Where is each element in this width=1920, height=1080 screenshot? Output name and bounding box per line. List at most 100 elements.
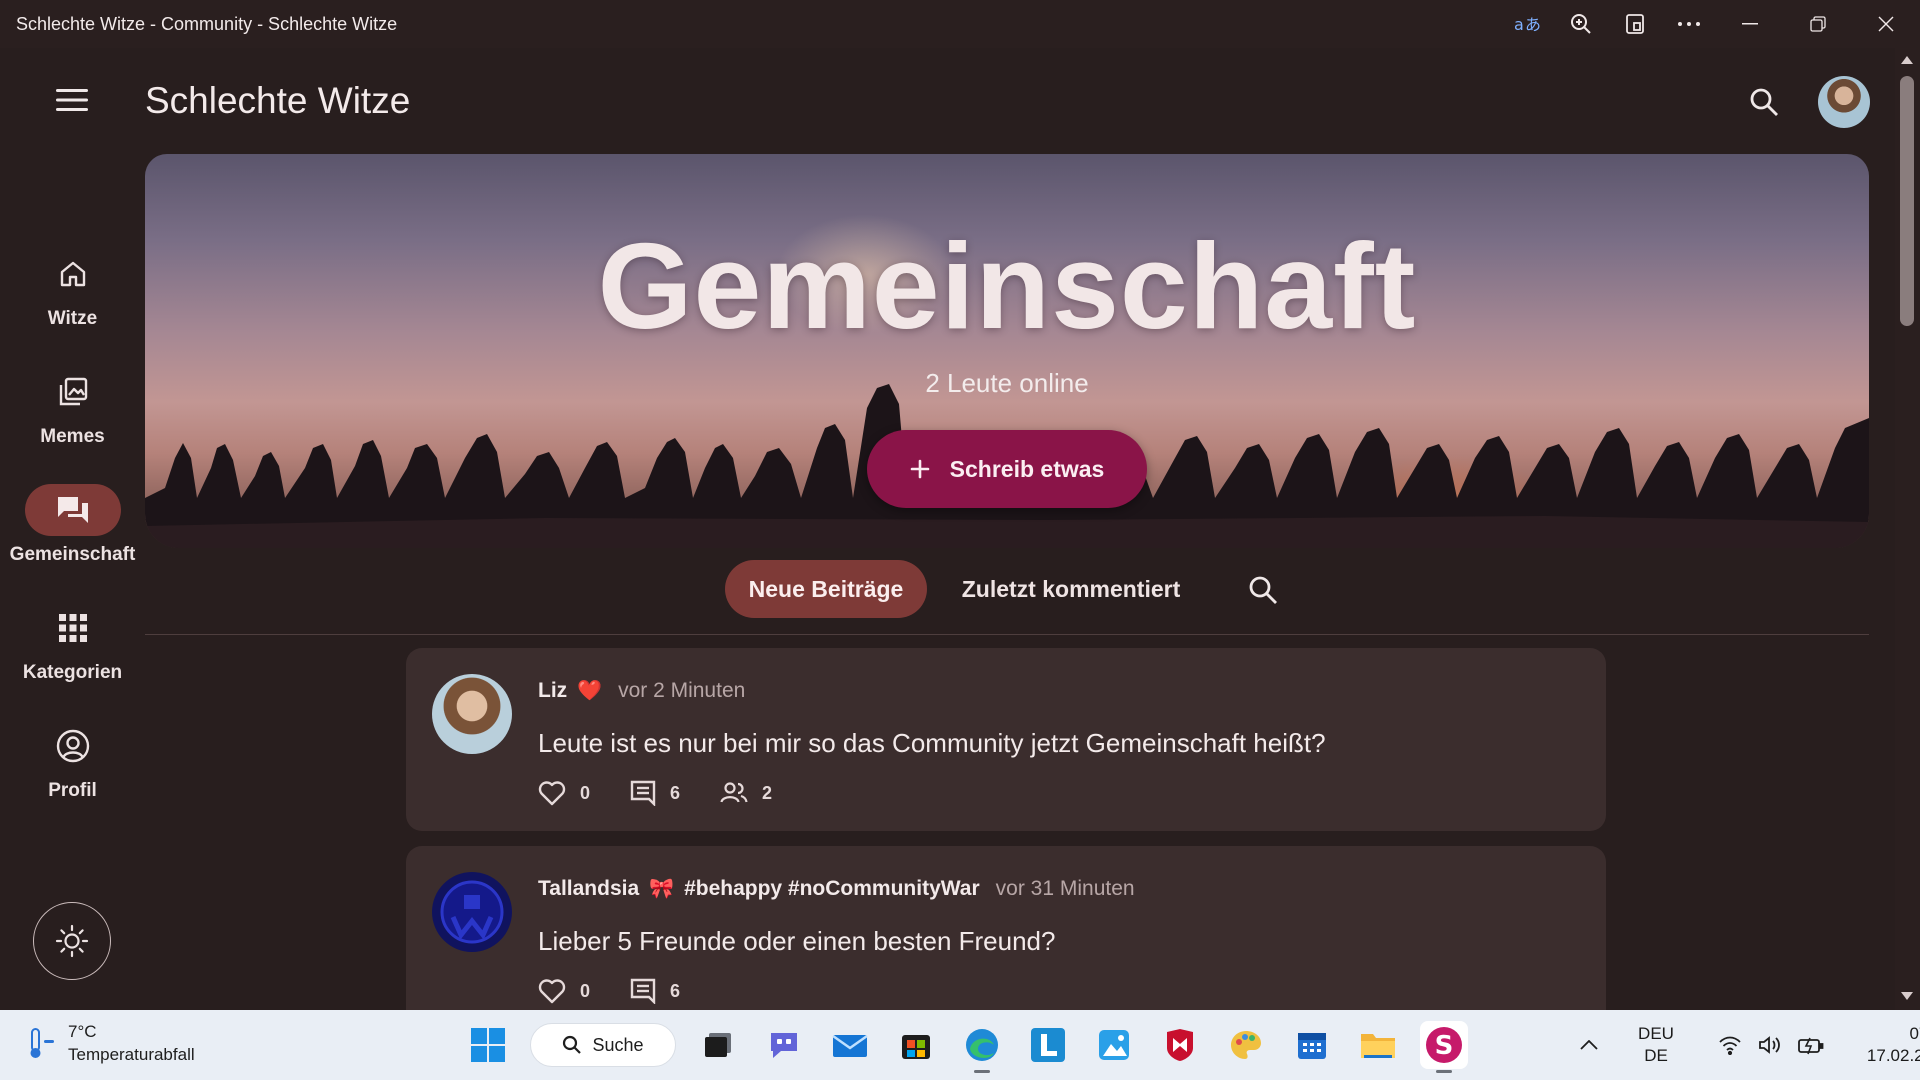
post-author[interactable]: Tallandsia [538, 877, 639, 901]
participant-count: 2 [762, 782, 773, 803]
search-icon [563, 1035, 582, 1054]
vertical-scrollbar[interactable] [1895, 48, 1920, 1010]
nav-item-profil[interactable]: Profil [0, 708, 145, 818]
task-view-icon[interactable] [694, 1021, 742, 1069]
ribbon-badge-icon: 🎀 [649, 878, 675, 900]
svg-text:S: S [1435, 1031, 1454, 1061]
hamburger-menu-icon[interactable] [52, 84, 92, 116]
close-icon[interactable] [1852, 0, 1920, 48]
mail-icon[interactable] [826, 1021, 874, 1069]
post-text: Leute ist es nur bei mir so das Communit… [538, 728, 1326, 758]
paint-icon[interactable] [1222, 1021, 1270, 1069]
minimize-icon[interactable] [1716, 0, 1784, 48]
emblem-icon [440, 880, 504, 944]
windows-start-icon[interactable] [464, 1021, 512, 1069]
app-title: Schlechte Witze [145, 80, 411, 121]
post-stats: 0 6 2 [538, 780, 812, 806]
post-search-icon[interactable] [1243, 570, 1283, 610]
svg-text:a: a [1514, 15, 1524, 34]
post-hashtags[interactable]: #behappy #noCommunityWar [684, 877, 980, 901]
like-button[interactable]: 0 [538, 978, 590, 1004]
profile-icon [25, 720, 121, 772]
input-language-indicator[interactable]: DEU DE [1626, 1023, 1686, 1067]
comment-icon [630, 780, 656, 806]
post-time: vor 31 Minuten [995, 876, 1135, 900]
l-app-icon[interactable] [1024, 1021, 1072, 1069]
nav-label-witze: Witze [47, 308, 98, 329]
file-explorer-icon[interactable] [1354, 1021, 1402, 1069]
write-post-label: Schreib etwas [949, 455, 1105, 482]
like-count: 0 [580, 782, 591, 803]
system-tray: DEU DE 07:41 17.02.2023 [1574, 1018, 1920, 1072]
like-button[interactable]: 0 [538, 780, 590, 806]
people-icon [720, 782, 748, 803]
post-text: Lieber 5 Freunde oder einen besten Freun… [538, 926, 1056, 956]
hero-title: Gemeinschaft [597, 218, 1417, 354]
scrollbar-thumb[interactable] [1900, 76, 1914, 326]
like-count: 0 [580, 980, 591, 1001]
nav-item-gemeinschaft[interactable]: Gemeinschaft [0, 472, 145, 582]
comment-button[interactable]: 6 [630, 978, 680, 1004]
sun-icon [55, 924, 89, 958]
taskbar-search-box[interactable]: Suche [530, 1023, 676, 1067]
post-stats: 0 6 [538, 978, 720, 1004]
language-code: DEU [1638, 1024, 1674, 1043]
zoom-in-icon[interactable] [1554, 0, 1608, 48]
app-bar: Schlechte Witze [0, 48, 1895, 154]
calendar-icon[interactable] [1288, 1021, 1336, 1069]
user-avatar[interactable] [1818, 76, 1870, 128]
nav-item-memes[interactable]: Memes [0, 354, 145, 464]
nav-label-profil: Profil [48, 780, 97, 801]
scroll-down-arrow-icon[interactable] [1901, 992, 1913, 1000]
grid-icon [25, 602, 121, 654]
nav-item-witze[interactable]: Witze [0, 236, 145, 346]
write-post-button[interactable]: Schreib etwas [867, 430, 1147, 508]
battery-charging-icon[interactable] [1798, 1035, 1824, 1055]
photos-icon[interactable] [1090, 1021, 1138, 1069]
taskbar-search-label: Suche [592, 1034, 644, 1055]
comment-count: 6 [670, 782, 681, 803]
weather-widget[interactable]: 7°C Temperaturabfall [26, 1020, 195, 1066]
weather-description: Temperaturabfall [68, 1045, 195, 1064]
schlechte-witze-app-icon[interactable]: S [1420, 1021, 1468, 1073]
more-icon[interactable] [1662, 0, 1716, 48]
post-author-avatar[interactable] [432, 872, 512, 952]
post-card[interactable]: Liz ❤️ vor 2 Minuten Leute ist es nur be… [406, 648, 1606, 831]
wifi-icon[interactable] [1718, 1035, 1742, 1055]
tab-recently-commented[interactable]: Zuletzt kommentiert [953, 560, 1189, 618]
app-available-icon[interactable] [1608, 0, 1662, 48]
heart-outline-icon [538, 979, 566, 1004]
home-icon [25, 248, 121, 300]
chevron-up-icon[interactable] [1574, 1030, 1604, 1060]
gallery-icon [25, 366, 121, 418]
tab-new-posts[interactable]: Neue Beiträge [725, 560, 927, 618]
taskbar-clock[interactable]: 07:41 17.02.2023 [1852, 1023, 1920, 1067]
nav-label-kategorien: Kategorien [22, 662, 123, 683]
side-navigation: Witze Memes Gemeinschaft Kategorien Prof… [0, 154, 145, 1024]
translate-icon[interactable]: aあ [1500, 0, 1554, 48]
mcafee-icon[interactable] [1156, 1021, 1204, 1069]
online-count: 2 Leute online [925, 368, 1089, 398]
clock-date: 17.02.2023 [1866, 1046, 1920, 1065]
windows-taskbar: 7°C Temperaturabfall Suche S DEU DE 0 17… [0, 1010, 1920, 1080]
teams-chat-icon[interactable] [760, 1021, 808, 1069]
window-titlebar: Schlechte Witze - Community - Schlechte … [0, 0, 1920, 48]
weather-temperature: 7°C [68, 1022, 97, 1041]
edge-icon[interactable] [958, 1021, 1006, 1073]
comment-button[interactable]: 6 [630, 780, 680, 806]
svg-text:あ: あ [1525, 15, 1540, 34]
search-icon[interactable] [1744, 82, 1784, 122]
post-author-avatar[interactable] [432, 674, 512, 754]
heart-outline-icon [538, 781, 566, 806]
nav-item-kategorien[interactable]: Kategorien [0, 590, 145, 700]
keyboard-layout: DE [1644, 1046, 1668, 1065]
comment-count: 6 [670, 980, 681, 1001]
scroll-up-arrow-icon[interactable] [1901, 56, 1913, 64]
post-filter-tabs: Neue Beiträge Zuletzt kommentiert [145, 560, 1869, 634]
store-icon[interactable] [892, 1021, 940, 1069]
theme-toggle-button[interactable] [33, 902, 111, 980]
restore-icon[interactable] [1784, 0, 1852, 48]
plus-icon [910, 459, 929, 479]
volume-icon[interactable] [1758, 1035, 1782, 1055]
post-author[interactable]: Liz [538, 679, 567, 703]
